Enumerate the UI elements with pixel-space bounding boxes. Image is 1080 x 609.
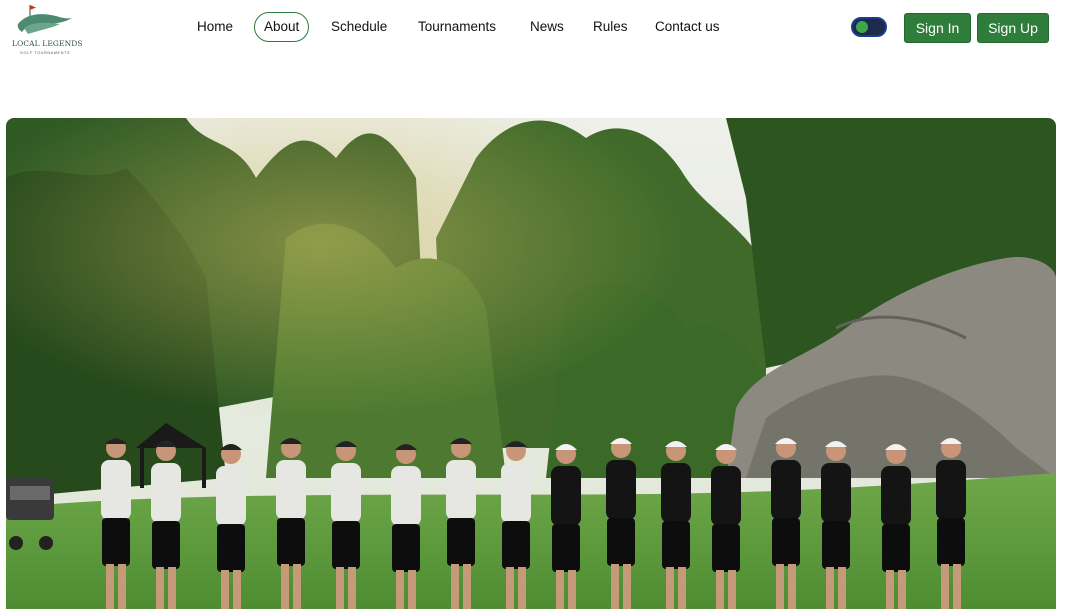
nav-news[interactable]: News <box>530 17 564 37</box>
toggle-knob <box>856 21 868 33</box>
group-photo-illustration <box>6 118 1056 609</box>
nav-home[interactable]: Home <box>197 17 233 37</box>
nav-rules[interactable]: Rules <box>593 17 628 37</box>
nav-contact[interactable]: Contact us <box>655 17 720 37</box>
brand-logo[interactable]: LOCAL LEGENDS GOLF TOURNAMENTS <box>12 2 83 58</box>
theme-toggle[interactable] <box>851 17 887 37</box>
sign-in-button[interactable]: Sign In <box>904 13 971 43</box>
sign-up-button[interactable]: Sign Up <box>977 13 1049 43</box>
brand-name: LOCAL LEGENDS <box>12 39 83 48</box>
hero-image <box>6 118 1056 609</box>
site-header: LOCAL LEGENDS GOLF TOURNAMENTS Home Abou… <box>0 0 1080 60</box>
logo-wave-icon <box>17 5 73 34</box>
brand-tagline: GOLF TOURNAMENTS <box>19 51 71 55</box>
nav-schedule[interactable]: Schedule <box>331 17 387 37</box>
nav-about[interactable]: About <box>254 12 310 42</box>
nav-tournaments[interactable]: Tournaments <box>418 17 496 37</box>
